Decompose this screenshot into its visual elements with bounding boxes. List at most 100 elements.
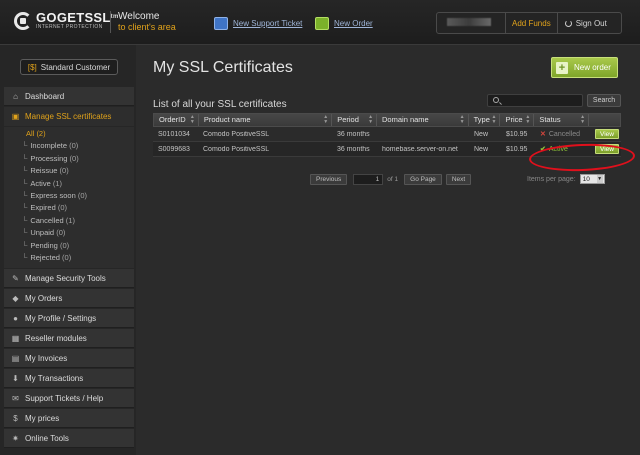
cell-price: $10.95 — [506, 145, 528, 153]
logo-tagline: INTERNET PROTECTION — [36, 24, 103, 30]
sort-icon: ▲ ▼ — [459, 114, 465, 125]
new-order-link[interactable]: New Order — [315, 17, 373, 30]
customer-type-label: Standard Customer — [40, 62, 111, 72]
sidebar-item-label: My Invoices — [25, 353, 68, 363]
column-header-price[interactable]: Price ▲ ▼ — [500, 114, 535, 126]
sidebar-item-label: My Orders — [25, 293, 63, 303]
submenu-item-all[interactable]: All (2) — [4, 128, 134, 140]
column-header-orderid[interactable]: OrderID ▲ ▼ — [154, 114, 199, 126]
items-per-page: Items per page: 10 ▼ — [527, 174, 605, 184]
home-icon: ⌂ — [13, 91, 18, 101]
table-header: OrderID ▲ ▼ Product name ▲ ▼ Period ▲ ▼ Domain… — [153, 113, 621, 127]
page-number-input[interactable] — [353, 174, 384, 185]
column-header-domain[interactable]: Domain name ▲ ▼ — [377, 114, 469, 126]
customer-type-badge: [$] Standard Customer — [20, 59, 118, 75]
lock-icon: ▣ — [11, 112, 20, 121]
sidebar-item-label: My Transactions — [25, 373, 84, 383]
cell-period: 36 months — [337, 145, 370, 153]
items-per-page-label: Items per page: — [527, 175, 576, 183]
submenu-item-cancelled[interactable]: └ Cancelled (1) — [4, 215, 134, 227]
sort-icon: ▲ ▼ — [368, 114, 374, 125]
new-order-button[interactable]: + New order — [551, 57, 618, 78]
search-button[interactable]: Search — [587, 94, 621, 107]
logo-name: GOGETSSL — [36, 10, 111, 25]
next-page-button[interactable]: Next — [445, 174, 472, 185]
sidebar-item-manage-ssl[interactable]: ▣ Manage SSL certificates — [4, 107, 134, 126]
search-input[interactable] — [503, 95, 581, 106]
submenu-item-unpaid[interactable]: └ Unpaid (0) — [4, 227, 134, 239]
search-box — [487, 94, 583, 107]
submenu-item-reissue[interactable]: └ Reissue (0) — [4, 165, 134, 177]
sort-icon: ▲ ▼ — [189, 114, 195, 125]
chevron-down-icon: ▼ — [596, 175, 603, 183]
column-header-product[interactable]: Product name ▲ ▼ — [199, 114, 333, 126]
sort-icon: ▲ ▼ — [525, 114, 531, 125]
cell-period: 36 months — [337, 130, 370, 138]
search-icon — [493, 97, 499, 103]
cell-price: $10.95 — [506, 130, 528, 138]
page-title: My SSL Certificates — [153, 59, 293, 76]
sidebar-item-dashboard[interactable]: ⌂ Dashboard — [4, 87, 134, 106]
gear-icon: ✷ — [12, 433, 19, 443]
user-box: Add Funds Sign Out — [436, 12, 622, 34]
cell-product: Comodo PositiveSSL — [203, 145, 270, 153]
sign-out-button[interactable]: Sign Out — [558, 19, 614, 28]
sidebar-item-transactions[interactable]: ⬇ My Transactions — [4, 369, 134, 389]
list-title: List of all your SSL certificates — [153, 99, 287, 110]
tag-icon: ◆ — [12, 293, 19, 303]
sidebar-item-profile[interactable]: ● My Profile / Settings — [4, 309, 134, 329]
submenu-item-processing[interactable]: └ Processing (0) — [4, 153, 134, 165]
cell-order-id: S0099683 — [158, 145, 190, 153]
sidebar-item-security-tools[interactable]: ✎ Manage Security Tools — [4, 269, 134, 289]
sidebar-item-reseller[interactable]: ▦ Reseller modules — [4, 329, 134, 349]
cell-domain: homebase.server-on.net — [382, 145, 458, 153]
previous-page-button[interactable]: Previous — [310, 174, 348, 185]
add-funds-link[interactable]: Add Funds — [506, 19, 557, 28]
pagination: Previous of 1 Go Page Next — [310, 174, 472, 185]
sidebar-item-label: My Profile / Settings — [25, 313, 97, 323]
sidebar-item-label: My prices — [25, 413, 60, 423]
view-button[interactable]: View — [595, 129, 619, 139]
submenu-item-express-soon[interactable]: └ Express soon (0) — [4, 190, 134, 202]
column-header-period[interactable]: Period ▲ ▼ — [332, 114, 378, 126]
sidebar-item-label: Manage Security Tools — [25, 273, 106, 283]
welcome-title: Welcome — [118, 11, 160, 22]
sort-icon: ▲ ▼ — [491, 114, 497, 125]
sidebar-item-support[interactable]: ✉ Support Tickets / Help — [4, 389, 134, 409]
gogetssl-logo[interactable]: GOGETSSLtm INTERNET PROTECTION — [14, 11, 119, 31]
table-row[interactable]: S0101034 Comodo PositiveSSL 36 months Ne… — [153, 127, 621, 142]
ticket-icon — [214, 17, 228, 30]
sidebar-item-prices[interactable]: $ My prices — [4, 409, 134, 429]
sidebar-item-label: Dashboard — [25, 91, 65, 101]
submenu-item-pending[interactable]: └ Pending (0) — [4, 240, 134, 252]
submenu-item-expired[interactable]: └ Expired (0) — [4, 202, 134, 214]
sidebar-menu: ⌂ Dashboard ▣ Manage SSL certificates Al… — [4, 87, 134, 449]
submenu-item-rejected[interactable]: └ Rejected (0) — [4, 252, 134, 264]
sidebar-item-orders[interactable]: ◆ My Orders — [4, 289, 134, 309]
submenu-item-incomplete[interactable]: └ Incomplete (0) — [4, 140, 134, 152]
sidebar-item-label: Manage SSL certificates — [25, 112, 112, 121]
document-icon: ▤ — [11, 353, 20, 363]
cell-type: New — [474, 130, 489, 138]
column-header-actions — [589, 114, 620, 126]
power-icon — [564, 19, 572, 27]
plus-icon: + — [556, 61, 568, 74]
new-order-label: New Order — [334, 19, 373, 28]
dollar-icon: $ — [13, 413, 18, 423]
submenu-item-active[interactable]: └ Active (1) — [4, 178, 134, 190]
sort-icon: ▲ ▼ — [323, 114, 329, 125]
page-count-text: of 1 — [387, 176, 399, 183]
column-header-type[interactable]: Type ▲ ▼ — [469, 114, 501, 126]
sidebar-item-invoices[interactable]: ▤ My Invoices — [4, 349, 134, 369]
new-support-ticket-link[interactable]: New Support Ticket — [214, 17, 302, 30]
items-per-page-select[interactable]: 10 ▼ — [579, 174, 605, 184]
sidebar-item-label: Support Tickets / Help — [25, 393, 104, 403]
cell-product: Comodo PositiveSSL — [203, 130, 270, 138]
sidebar-item-online-tools[interactable]: ✷ Online Tools — [4, 429, 134, 449]
sidebar-item-label: Online Tools — [25, 433, 69, 443]
sort-icon: ▲ ▼ — [580, 114, 586, 125]
user-icon: ● — [13, 313, 18, 323]
download-icon: ⬇ — [12, 373, 19, 383]
column-header-status[interactable]: Status ▲ ▼ — [534, 114, 590, 126]
go-page-button[interactable]: Go Page — [404, 174, 442, 185]
